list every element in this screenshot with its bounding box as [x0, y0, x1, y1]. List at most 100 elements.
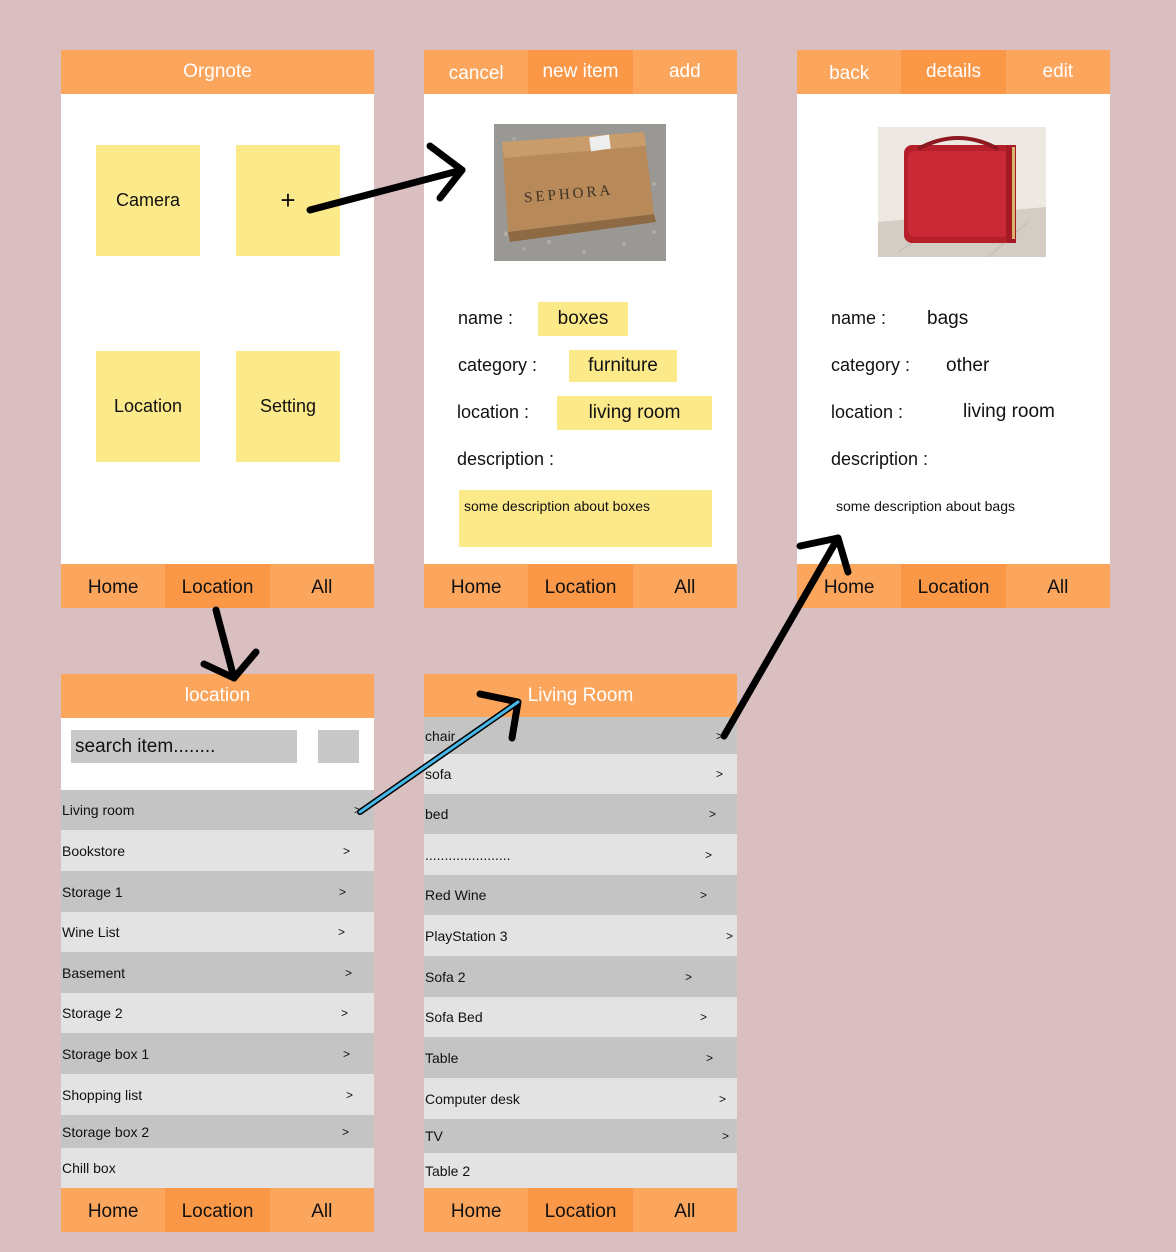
nav-location[interactable]: Location	[528, 1188, 633, 1232]
chevron-right-icon: >	[700, 1010, 708, 1024]
page-title: location	[184, 685, 251, 706]
home-header: Orgnote	[61, 50, 374, 94]
chevron-right-icon: >	[716, 728, 724, 743]
chevron-right-icon: >	[705, 847, 713, 862]
nav-all[interactable]: All	[633, 564, 737, 608]
nav-home[interactable]: Home	[61, 1188, 165, 1232]
list-item[interactable]: Table >	[424, 1037, 737, 1078]
chevron-right-icon: >	[338, 925, 346, 939]
item-photo-bag	[878, 127, 1046, 257]
list-item[interactable]: Chill box	[61, 1148, 374, 1188]
item-list: chair > sofa > bed >...................... > Re…	[424, 717, 737, 1188]
home-screen: Orgnote Camera + Location Setting Home L…	[61, 50, 374, 608]
list-item[interactable]: Shopping list >	[61, 1074, 374, 1115]
list-item-label: ......................	[425, 846, 511, 863]
search-input[interactable]: search item........	[71, 730, 297, 763]
chevron-right-icon: >	[726, 928, 734, 943]
nav-location[interactable]: Location	[165, 564, 270, 608]
name-field[interactable]: boxes	[538, 302, 628, 336]
chevron-right-icon: >	[709, 807, 717, 821]
list-item-label: Table 2	[425, 1162, 471, 1179]
description-label: description :	[457, 449, 555, 469]
list-item-label: Shopping list	[62, 1086, 143, 1103]
nav-location[interactable]: Location	[165, 1188, 270, 1232]
bottom-nav: Home Location All	[797, 564, 1110, 608]
nav-home[interactable]: Home	[797, 564, 901, 608]
chevron-right-icon: >	[343, 843, 351, 858]
setting-tile[interactable]: Setting	[236, 351, 340, 462]
nav-all[interactable]: All	[1006, 564, 1110, 608]
back-button[interactable]: back	[797, 50, 901, 94]
list-item[interactable]: bed >	[424, 794, 737, 834]
name-value: bags	[927, 308, 969, 329]
list-item[interactable]: Storage 2 >	[61, 993, 374, 1033]
nav-all[interactable]: All	[633, 1188, 737, 1232]
location-list: Living room > Bookstore > Storage 1 > Wine Lis…	[61, 790, 374, 1188]
nav-location[interactable]: Location	[901, 564, 1006, 608]
bottom-nav: Home Location All	[424, 564, 737, 608]
nav-home[interactable]: Home	[424, 1188, 528, 1232]
list-item[interactable]: sofa >	[424, 754, 737, 794]
name-label: name :	[831, 308, 887, 328]
category-field[interactable]: furniture	[569, 350, 677, 382]
nav-home[interactable]: Home	[424, 564, 528, 608]
list-item[interactable]: Table 2	[424, 1153, 737, 1188]
list-item[interactable]: Sofa 2 >	[424, 956, 737, 997]
list-item-label: Bookstore	[62, 842, 126, 859]
chevron-right-icon: >	[343, 1046, 351, 1061]
list-item-label: Storage 2	[62, 1005, 123, 1021]
list-item-label: Storage box 1	[62, 1045, 150, 1062]
bottom-nav: Home Location All	[61, 564, 374, 608]
list-item-label: Storage 1	[62, 883, 123, 900]
list-item-label: Chill box	[62, 1160, 116, 1176]
list-item-label: TV	[425, 1128, 443, 1144]
description-text: some description about bags	[836, 498, 1015, 514]
chevron-right-icon: >	[722, 1129, 730, 1143]
list-item[interactable]: TV >	[424, 1119, 737, 1153]
description-field[interactable]: some description about boxes	[459, 490, 712, 547]
list-item[interactable]: ...................... >	[424, 834, 737, 875]
list-item[interactable]: Storage box 2 >	[61, 1115, 374, 1148]
page-title: details	[901, 50, 1006, 94]
details-screen: back details edit name : bags category :…	[797, 50, 1110, 608]
nav-all[interactable]: All	[270, 1188, 374, 1232]
category-label: category :	[458, 355, 538, 375]
page-title: Living Room	[527, 685, 634, 706]
search-button[interactable]	[318, 730, 359, 763]
living-room-header: Living Room	[424, 674, 737, 718]
list-item-label: PlayStation 3	[425, 927, 508, 944]
page-title: new item	[528, 50, 633, 94]
new-item-header: cancel new item add	[424, 50, 737, 94]
living-room-screen: Living Room chair > sofa > bed >.............…	[424, 674, 737, 1232]
location-field[interactable]: living room	[557, 396, 712, 430]
details-header: back details edit	[797, 50, 1110, 94]
location-tile[interactable]: Location	[96, 351, 200, 462]
chevron-right-icon: >	[700, 888, 708, 902]
edit-button[interactable]: edit	[1006, 50, 1110, 94]
list-item[interactable]: Sofa Bed >	[424, 997, 737, 1037]
list-item-label: chair	[425, 727, 456, 744]
nav-home[interactable]: Home	[61, 564, 165, 608]
camera-tile[interactable]: Camera	[96, 145, 200, 256]
nav-location[interactable]: Location	[528, 564, 633, 608]
chevron-right-icon: >	[345, 965, 353, 980]
name-label: name :	[458, 308, 514, 328]
list-item[interactable]: Red Wine >	[424, 875, 737, 915]
add-button[interactable]: add	[633, 50, 737, 94]
bottom-nav: Home Location All	[61, 1188, 374, 1232]
list-item[interactable]: Living room >	[61, 790, 374, 830]
list-item[interactable]: Computer desk >	[424, 1078, 737, 1119]
cancel-button[interactable]: cancel	[424, 50, 528, 94]
list-item[interactable]: chair >	[424, 717, 737, 754]
list-item[interactable]: Wine List >	[61, 912, 374, 952]
list-item[interactable]: PlayStation 3 >	[424, 915, 737, 956]
item-photo-box: SEPHORA	[494, 124, 666, 261]
add-item-tile[interactable]: +	[236, 145, 340, 256]
list-item[interactable]: Storage box 1 >	[61, 1033, 374, 1074]
chevron-right-icon: >	[716, 767, 724, 781]
nav-all[interactable]: All	[270, 564, 374, 608]
list-item[interactable]: Storage 1 >	[61, 871, 374, 912]
list-item[interactable]: Bookstore >	[61, 830, 374, 871]
location-header: location	[61, 674, 374, 718]
list-item[interactable]: Basement >	[61, 952, 374, 993]
